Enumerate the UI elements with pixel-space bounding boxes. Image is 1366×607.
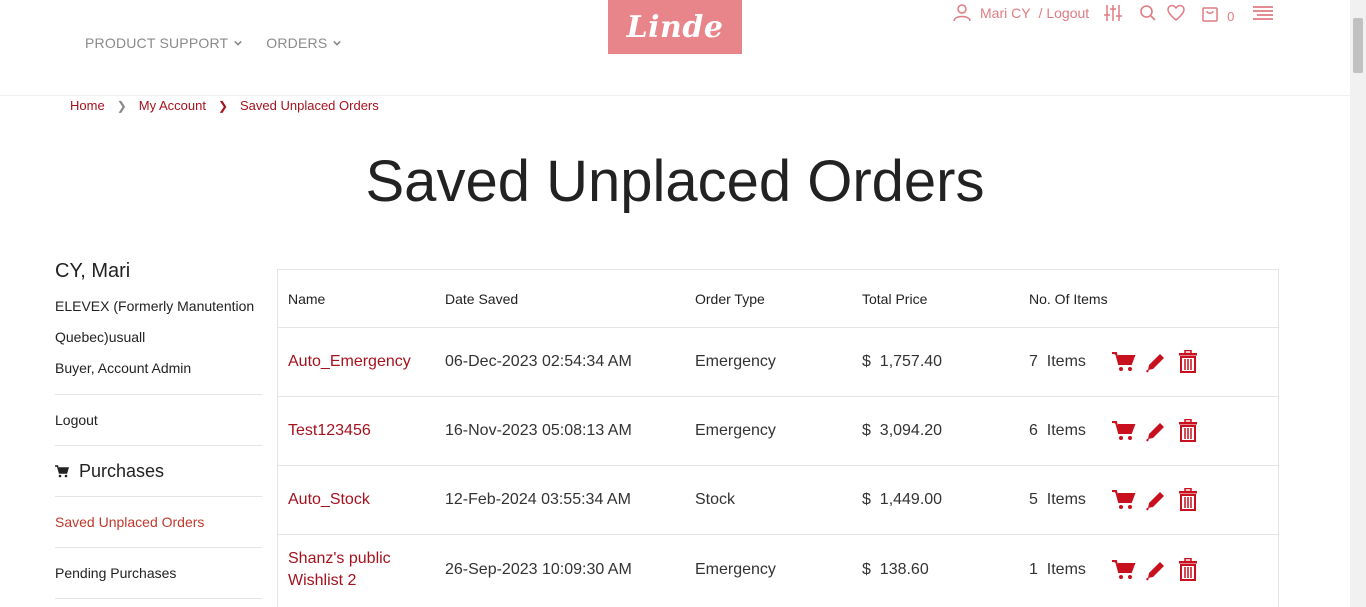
edit-pencil-icon[interactable] <box>1144 488 1168 512</box>
edit-pencil-icon[interactable] <box>1144 419 1168 443</box>
row-actions <box>1112 488 1200 512</box>
col-header-type: Order Type <box>695 290 765 307</box>
table-row: Auto_Stock 12-Feb-2024 03:55:34 AM Stock… <box>278 466 1278 535</box>
order-type: Emergency <box>695 560 776 578</box>
order-type: Emergency <box>695 422 776 439</box>
row-actions <box>1112 557 1200 582</box>
divider <box>55 394 262 395</box>
search-icon[interactable] <box>1139 4 1157 22</box>
cart-icon <box>55 464 69 477</box>
order-type: Emergency <box>695 353 776 370</box>
user-icon[interactable] <box>952 3 972 23</box>
col-header-price: Total Price <box>862 290 928 307</box>
edit-pencil-icon[interactable] <box>1144 350 1168 374</box>
account-role: Buyer, Account Admin <box>55 360 192 376</box>
edit-pencil-icon[interactable] <box>1144 558 1168 582</box>
chevron-down-icon <box>333 40 342 46</box>
chevron-down-icon <box>234 40 243 46</box>
table-header-row: Name Date Saved Order Type Total Price N… <box>278 270 1278 328</box>
order-price: $ 138.60 <box>862 560 929 578</box>
header-utilities: Mari CY / Logout 0 <box>952 0 1274 26</box>
page-scrollbar[interactable] <box>1350 0 1366 607</box>
order-items: 5 Items <box>1029 491 1086 508</box>
add-to-cart-icon[interactable] <box>1112 419 1136 443</box>
add-to-cart-icon[interactable] <box>1112 558 1136 582</box>
sidebar-item-saved-unplaced-orders[interactable]: Saved Unplaced Orders <box>55 507 262 537</box>
delete-trash-icon[interactable] <box>1176 488 1200 512</box>
breadcrumb-current: Saved Unplaced Orders <box>240 98 379 113</box>
sidebar-logout-link[interactable]: Logout <box>55 405 262 435</box>
site-header: PRODUCT SUPPORT ORDERS Linde Mari CY / L… <box>0 0 1350 96</box>
order-items: 6 Items <box>1029 422 1086 439</box>
breadcrumb-home[interactable]: Home <box>70 98 105 113</box>
chevron-right-icon: ❯ <box>116 98 127 113</box>
page-title: Saved Unplaced Orders <box>365 149 985 214</box>
cart-count: 0 <box>1227 8 1235 24</box>
table-row: Test123456 16-Nov-2023 05:08:13 AM Emerg… <box>278 397 1278 466</box>
row-actions <box>1112 419 1200 443</box>
breadcrumb: Home ❯ My Account ❯ Saved Unplaced Order… <box>70 98 379 113</box>
nav-product-support[interactable]: PRODUCT SUPPORT <box>85 35 243 51</box>
sidebar-section-purchases: Purchases <box>55 456 262 486</box>
order-name-link[interactable]: Shanz's public Wishlist 2 <box>288 550 391 589</box>
chevron-right-icon: ❯ <box>217 98 229 113</box>
account-company-line1: ELEVEX (Formerly Manutention <box>55 298 255 314</box>
nav-orders-label: ORDERS <box>266 35 328 51</box>
order-type: Stock <box>695 491 736 508</box>
order-date: 12-Feb-2024 03:55:34 AM <box>445 491 631 508</box>
shopping-bag-icon[interactable] <box>1201 4 1219 22</box>
header-logout-link[interactable]: / Logout <box>1039 5 1090 21</box>
add-to-cart-icon[interactable] <box>1112 350 1136 374</box>
table-row: Shanz's public Wishlist 2 26-Sep-2023 10… <box>278 535 1278 604</box>
heart-icon[interactable] <box>1167 4 1185 22</box>
account-sidebar: CY, Mari ELEVEX (Formerly Manutention Qu… <box>55 260 262 607</box>
divider <box>55 496 262 497</box>
add-to-cart-icon[interactable] <box>1112 488 1136 512</box>
account-user-name: CY, Mari <box>55 260 131 282</box>
scrollbar-thumb[interactable] <box>1353 18 1363 73</box>
table-row: Auto_Emergency 06-Dec-2023 02:54:34 AM E… <box>278 328 1278 397</box>
order-price: $ 1,449.00 <box>862 491 943 508</box>
sliders-icon[interactable] <box>1103 3 1123 23</box>
order-date: 26-Sep-2023 10:09:30 AM <box>445 560 632 578</box>
col-header-items: No. Of Items <box>1029 290 1108 307</box>
linde-logo[interactable]: Linde <box>608 0 742 54</box>
nav-orders[interactable]: ORDERS <box>266 35 342 51</box>
col-header-name: Name <box>288 290 326 307</box>
order-date: 16-Nov-2023 05:08:13 AM <box>445 422 632 439</box>
menu-icon[interactable] <box>1252 4 1274 22</box>
saved-orders-table: Name Date Saved Order Type Total Price N… <box>277 269 1279 607</box>
divider <box>55 598 262 599</box>
delete-trash-icon[interactable] <box>1176 350 1200 374</box>
order-name-link[interactable]: Test123456 <box>288 422 371 439</box>
divider <box>55 445 262 446</box>
delete-trash-icon[interactable] <box>1176 557 1200 582</box>
order-price: $ 3,094.20 <box>862 422 943 439</box>
row-actions <box>1112 350 1200 374</box>
col-header-date: Date Saved <box>445 290 519 307</box>
user-name-link[interactable]: Mari CY <box>980 5 1031 21</box>
order-name-link[interactable]: Auto_Stock <box>288 491 370 508</box>
nav-product-support-label: PRODUCT SUPPORT <box>85 35 229 51</box>
logo-text: Linde <box>626 9 724 45</box>
order-name-link[interactable]: Auto_Emergency <box>288 353 411 370</box>
divider <box>55 547 262 548</box>
breadcrumb-my-account[interactable]: My Account <box>139 98 206 113</box>
sidebar-item-pending-purchases[interactable]: Pending Purchases <box>55 558 262 588</box>
main-nav: PRODUCT SUPPORT ORDERS <box>85 35 342 51</box>
order-items: 7 Items <box>1029 353 1086 370</box>
order-price: $ 1,757.40 <box>862 353 943 370</box>
account-company-line2: Quebec)usuall <box>55 329 146 345</box>
sidebar-section-label: Purchases <box>79 461 165 481</box>
delete-trash-icon[interactable] <box>1176 419 1200 443</box>
order-items: 1 Items <box>1029 560 1086 578</box>
order-date: 06-Dec-2023 02:54:34 AM <box>445 353 632 370</box>
